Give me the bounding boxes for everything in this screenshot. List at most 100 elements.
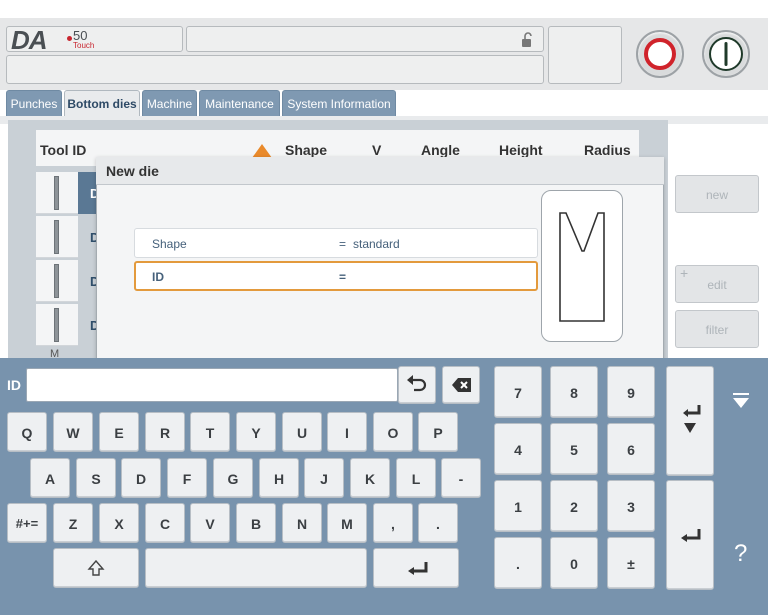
key-z[interactable]: Z (53, 503, 93, 543)
key-o[interactable]: O (373, 412, 413, 452)
unlock-icon[interactable] (521, 32, 535, 48)
key-m[interactable]: M (327, 503, 367, 543)
tab-maintenance[interactable]: Maintenance (199, 90, 280, 116)
dialog-title: New die (96, 157, 664, 185)
key-b[interactable]: B (236, 503, 276, 543)
num-7[interactable]: 7 (494, 366, 542, 418)
key-j[interactable]: J (304, 458, 344, 498)
logo-touch: Touch (73, 41, 95, 50)
enter-key[interactable] (373, 548, 459, 588)
num-4[interactable]: 4 (494, 423, 542, 475)
key-c[interactable]: C (145, 503, 185, 543)
key-t[interactable]: T (190, 412, 230, 452)
key-i[interactable]: I (327, 412, 367, 452)
num-point[interactable]: . (494, 537, 542, 589)
id-field[interactable]: ID = (134, 261, 538, 291)
logo-box: DA 50 Touch (6, 25, 183, 55)
key-period[interactable]: . (418, 503, 458, 543)
die-thumbnail (54, 264, 59, 298)
key-g[interactable]: G (213, 458, 253, 498)
filter-button[interactable]: filter (675, 310, 759, 348)
key-f[interactable]: F (167, 458, 207, 498)
num-9[interactable]: 9 (607, 366, 655, 418)
key-w[interactable]: W (53, 412, 93, 452)
shape-field[interactable]: Shape = standard (134, 228, 538, 258)
num-2[interactable]: 2 (550, 480, 598, 532)
table-row[interactable] (36, 172, 78, 214)
die-shape-icon (559, 212, 605, 322)
new-button[interactable]: new (675, 175, 759, 213)
die-thumbnail (54, 176, 59, 210)
space-key[interactable] (145, 548, 367, 588)
backspace-icon (452, 378, 471, 392)
field-eq: = (339, 270, 347, 284)
table-row[interactable] (36, 216, 78, 258)
edit-plus: + (680, 265, 689, 281)
col-tool-id[interactable]: Tool ID (40, 142, 86, 158)
tab-system-information[interactable]: System Information (282, 90, 396, 116)
key-u[interactable]: U (282, 412, 322, 452)
field-label: ID (152, 270, 164, 284)
logo-dot (67, 36, 72, 41)
key-s[interactable]: S (76, 458, 116, 498)
keyboard-field-label: ID (7, 377, 21, 393)
num-plus-minus[interactable]: ± (607, 537, 655, 589)
num-0[interactable]: 0 (550, 537, 598, 589)
key-dash[interactable]: - (441, 458, 481, 498)
key-symbols[interactable]: #+= (7, 503, 47, 543)
title-field (186, 26, 544, 52)
stop-icon (644, 38, 676, 70)
shift-icon (87, 559, 105, 576)
hide-keyboard-icon[interactable] (732, 392, 750, 410)
table-row[interactable] (36, 304, 78, 346)
edit-label: edit (707, 278, 727, 292)
key-h[interactable]: H (259, 458, 299, 498)
key-x[interactable]: X (99, 503, 139, 543)
tab-machine[interactable]: Machine (142, 90, 197, 116)
num-5[interactable]: 5 (550, 423, 598, 475)
num-6[interactable]: 6 (607, 423, 655, 475)
num-8[interactable]: 8 (550, 366, 598, 418)
key-k[interactable]: K (350, 458, 390, 498)
key-v[interactable]: V (190, 503, 230, 543)
key-e[interactable]: E (99, 412, 139, 452)
start-icon (709, 37, 743, 71)
field-value: standard (353, 237, 400, 251)
message-field (6, 55, 544, 84)
key-q[interactable]: Q (7, 412, 47, 452)
col-radius[interactable]: Radius (584, 142, 631, 158)
start-button[interactable] (702, 30, 750, 78)
keyboard-input[interactable] (26, 368, 398, 402)
die-thumbnail (54, 308, 59, 342)
tab-punches[interactable]: Punches (6, 90, 62, 116)
key-p[interactable]: P (418, 412, 458, 452)
num-3[interactable]: 3 (607, 480, 655, 532)
undo-icon (407, 375, 427, 392)
enter-numpad-key[interactable] (666, 480, 714, 590)
stop-button[interactable] (636, 30, 684, 78)
die-preview (541, 190, 623, 342)
status-field (548, 26, 622, 84)
undo-button[interactable] (398, 366, 436, 404)
enter-icon (681, 529, 701, 542)
shift-key[interactable] (53, 548, 139, 588)
die-thumbnail (54, 220, 59, 254)
table-row[interactable] (36, 260, 78, 302)
key-n[interactable]: N (282, 503, 322, 543)
col-height[interactable]: Height (499, 142, 543, 158)
key-comma[interactable]: , (373, 503, 413, 543)
tab-key[interactable] (666, 366, 714, 476)
field-eq: = (339, 237, 347, 251)
col-v[interactable]: V (372, 142, 381, 158)
key-y[interactable]: Y (236, 412, 276, 452)
backspace-button[interactable] (442, 366, 480, 404)
help-button[interactable]: ? (734, 540, 747, 568)
key-l[interactable]: L (396, 458, 436, 498)
key-d[interactable]: D (121, 458, 161, 498)
num-1[interactable]: 1 (494, 480, 542, 532)
key-a[interactable]: A (30, 458, 70, 498)
col-angle[interactable]: Angle (421, 142, 460, 158)
edit-button[interactable]: + edit (675, 265, 759, 303)
col-shape[interactable]: Shape (285, 142, 327, 158)
key-r[interactable]: R (145, 412, 185, 452)
